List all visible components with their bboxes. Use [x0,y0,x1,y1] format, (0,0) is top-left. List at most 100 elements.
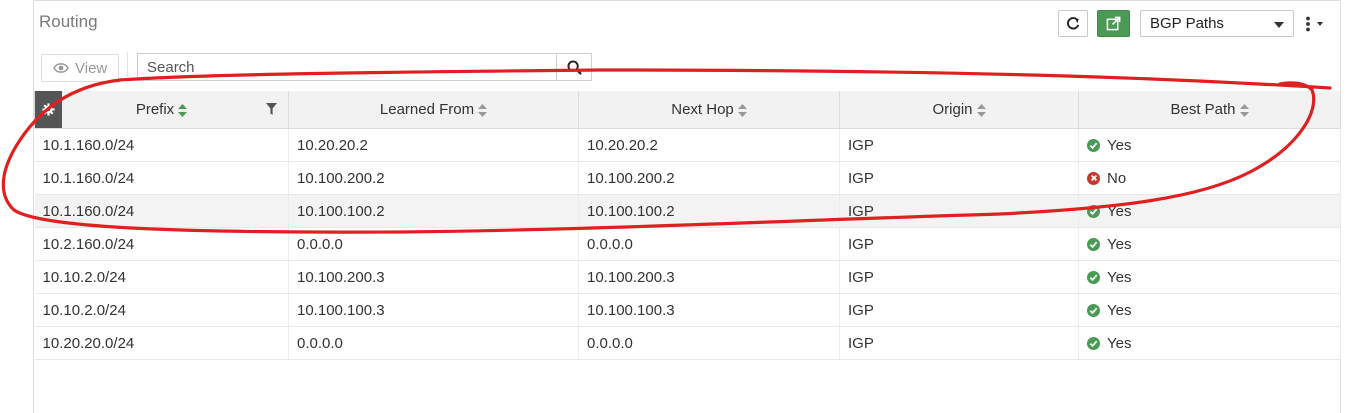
column-header-learned-from[interactable]: Learned From [288,91,579,129]
cell-origin: IGP [839,260,1079,294]
x-circle-icon [1087,171,1100,185]
column-label-prefix: Prefix [135,101,175,118]
table-row[interactable]: 10.1.160.0/24 10.20.20.2 10.20.20.2 IGP Yes [34,128,1341,162]
column-header-best-path[interactable]: Best Path [1078,91,1341,129]
external-link-icon [1106,16,1121,31]
gear-icon [42,103,55,116]
eye-icon [53,63,69,73]
column-header-origin[interactable]: Origin [839,91,1079,129]
cell-next-hop: 10.100.100.2 [578,194,840,228]
view-type-select-value: BGP Paths [1150,15,1224,32]
cell-origin: IGP [839,194,1079,228]
table-row[interactable]: 10.2.160.0/24 0.0.0.0 0.0.0.0 IGP Yes [34,227,1341,261]
column-label-origin: Origin [932,101,973,118]
best-path-label: Yes [1107,334,1132,352]
check-circle-icon [1087,303,1100,317]
cell-prefix: 10.20.20.0/24 [34,326,289,360]
check-circle-icon [1087,204,1100,218]
cell-learned-from: 0.0.0.0 [288,326,579,360]
best-path-status: No [1087,170,1126,187]
best-path-status: Yes [1087,269,1131,286]
cell-best-path: Yes [1078,194,1341,228]
cell-best-path: No [1078,161,1341,195]
cell-prefix: 10.10.2.0/24 [34,293,289,327]
kebab-menu-icon [1306,16,1323,32]
column-header-prefix[interactable]: Prefix [34,91,289,129]
cell-next-hop: 10.100.200.2 [578,161,840,195]
check-circle-icon [1087,336,1100,350]
cell-next-hop: 0.0.0.0 [578,227,840,261]
cell-next-hop: 0.0.0.0 [578,326,840,360]
cell-best-path: Yes [1078,128,1341,162]
refresh-button[interactable] [1058,10,1088,37]
cell-next-hop: 10.20.20.2 [578,128,840,162]
column-label-best-path: Best Path [1170,101,1236,118]
check-circle-icon [1087,138,1100,152]
best-path-status: Yes [1087,302,1131,319]
cell-origin: IGP [839,128,1079,162]
sort-icon [478,103,488,117]
cell-learned-from: 10.100.100.2 [288,194,579,228]
cell-learned-from: 10.20.20.2 [288,128,579,162]
sort-icon [178,103,188,117]
sort-icon [1239,103,1249,117]
best-path-label: Yes [1107,202,1132,220]
search-button[interactable] [556,53,592,81]
chevron-down-icon [1274,22,1284,28]
cell-best-path: Yes [1078,227,1341,261]
column-header-next-hop[interactable]: Next Hop [578,91,840,129]
cell-prefix: 10.2.160.0/24 [34,227,289,261]
bgp-paths-table: Prefix Learned From Next Hop Origin Best… [34,91,1341,360]
table-row[interactable]: 10.10.2.0/24 10.100.100.3 10.100.100.3 IGP Y… [34,293,1341,327]
best-path-label: No [1107,169,1127,187]
view-type-select[interactable]: BGP Paths [1140,10,1294,37]
cell-origin: IGP [839,293,1079,327]
best-path-label: Yes [1107,301,1132,319]
search-icon [566,59,582,75]
best-path-status: Yes [1087,236,1131,253]
column-settings-button[interactable] [35,91,62,128]
cell-prefix: 10.1.160.0/24 [34,194,289,228]
table-row[interactable]: 10.10.2.0/24 10.100.200.3 10.100.200.3 IGP Y… [34,260,1341,294]
best-path-status: Yes [1087,203,1131,220]
cell-prefix: 10.1.160.0/24 [34,128,289,162]
best-path-status: Yes [1087,335,1131,352]
best-path-label: Yes [1107,136,1132,154]
cell-prefix: 10.10.2.0/24 [34,260,289,294]
refresh-icon [1067,16,1080,29]
table-row[interactable]: 10.1.160.0/24 10.100.100.2 10.100.100.2 IGP… [34,194,1341,228]
open-external-button[interactable] [1097,10,1130,37]
check-circle-icon [1087,237,1100,251]
more-options-button[interactable] [1303,11,1331,37]
cell-learned-from: 10.100.200.3 [288,260,579,294]
view-button[interactable]: View [41,54,119,82]
sort-icon [976,103,986,117]
view-button-label: View [75,59,108,77]
filter-icon[interactable] [266,103,277,115]
column-label-next-hop: Next Hop [671,101,734,118]
table-header-row: Prefix Learned From Next Hop Origin Best… [34,91,1341,129]
best-path-status: Yes [1087,137,1131,154]
column-label-learned-from: Learned From [379,101,475,118]
cell-origin: IGP [839,161,1079,195]
best-path-label: Yes [1107,268,1132,286]
cell-learned-from: 10.100.100.3 [288,293,579,327]
cell-prefix: 10.1.160.0/24 [34,161,289,195]
table-row[interactable]: 10.1.160.0/24 10.100.200.2 10.100.200.2 IGP… [34,161,1341,195]
table-body: 10.1.160.0/24 10.20.20.2 10.20.20.2 IGP Yes 1… [34,128,1341,360]
cell-best-path: Yes [1078,260,1341,294]
cell-next-hop: 10.100.100.3 [578,293,840,327]
cell-origin: IGP [839,227,1079,261]
cell-best-path: Yes [1078,326,1341,360]
page-title: Routing [39,12,98,31]
cell-next-hop: 10.100.200.3 [578,260,840,294]
cell-best-path: Yes [1078,293,1341,327]
check-circle-icon [1087,270,1100,284]
cell-learned-from: 10.100.200.2 [288,161,579,195]
table-row[interactable]: 10.20.20.0/24 0.0.0.0 0.0.0.0 IGP Yes [34,326,1341,360]
sort-icon [737,103,747,117]
cell-learned-from: 0.0.0.0 [288,227,579,261]
best-path-label: Yes [1107,235,1132,253]
search-input[interactable] [137,53,556,81]
cell-origin: IGP [839,326,1079,360]
